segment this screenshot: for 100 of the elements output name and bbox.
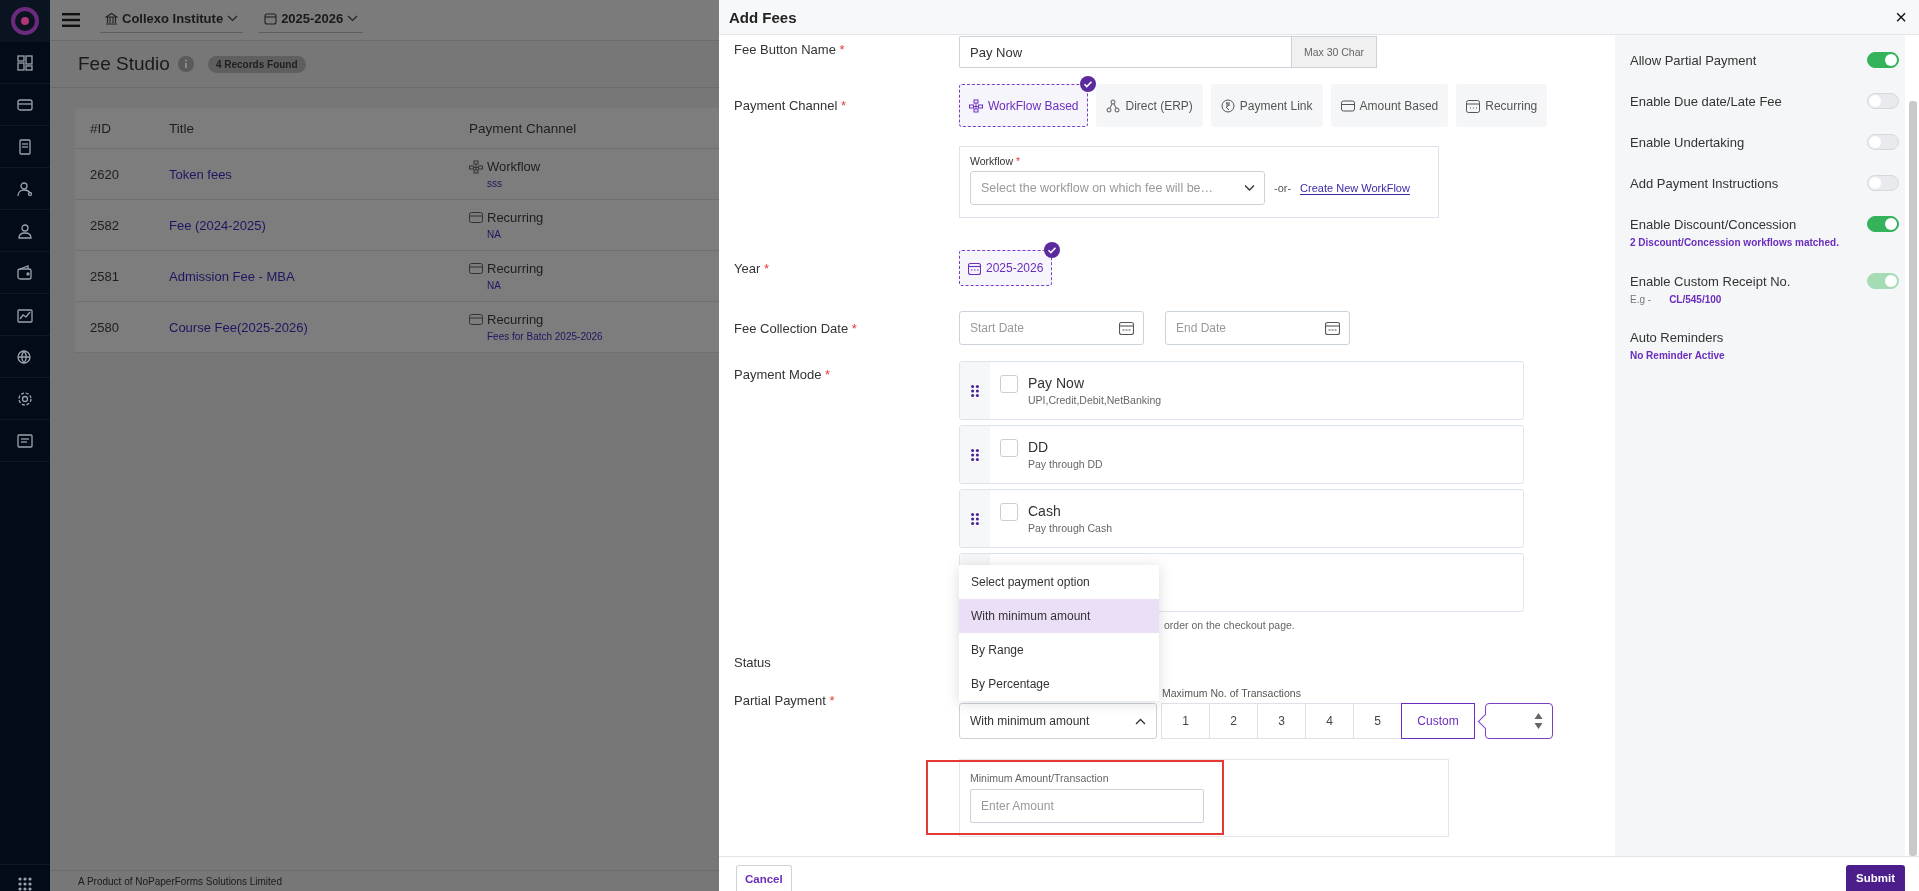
card-icon xyxy=(469,263,483,274)
channel-detail: Fees for Batch 2025-2026 xyxy=(486,331,603,342)
person-icon[interactable] xyxy=(17,222,33,239)
drag-handle-icon[interactable] xyxy=(971,384,979,397)
mode-description: UPI,Credit,Debit,NetBanking xyxy=(1028,394,1162,406)
channel-detail: NA xyxy=(486,280,502,291)
year-option[interactable]: 2025-2026 xyxy=(959,250,1053,286)
check-icon xyxy=(1080,76,1097,92)
channel-label: Recurring xyxy=(487,261,544,276)
field-label: Partial Payment * xyxy=(734,692,836,708)
fee-button-name-field[interactable]: Pay Now xyxy=(959,36,1291,68)
transactions-option[interactable]: 3 xyxy=(1257,703,1306,739)
footer-text: A Product of NoPaperForms Solutions Limited xyxy=(78,875,282,887)
char-limit-addon: Max 30 Char xyxy=(1291,36,1377,68)
fee-title-link[interactable]: Token fees xyxy=(169,166,469,182)
channel-option[interactable]: Payment Link xyxy=(1210,84,1323,127)
wallet-icon[interactable] xyxy=(17,264,33,281)
create-workflow-link[interactable]: Create New WorkFlow xyxy=(1300,181,1410,195)
mode-title: Cash xyxy=(1028,503,1062,519)
gear-icon[interactable] xyxy=(17,390,33,407)
bank-icon xyxy=(105,12,118,25)
date-field[interactable]: End Date xyxy=(1165,311,1350,345)
rupee-icon xyxy=(1220,98,1235,113)
chevron-down-icon xyxy=(1244,184,1255,192)
transactions-option[interactable]: 5 xyxy=(1353,703,1402,739)
setting-label: Enable Custom Receipt No. xyxy=(1630,273,1791,289)
document-icon[interactable] xyxy=(17,138,33,155)
column-header: Payment Channel xyxy=(469,120,577,136)
institute-dropdown[interactable]: Collexo Institute xyxy=(100,7,244,33)
close-button[interactable]: × xyxy=(1891,7,1911,27)
date-field[interactable]: Start Date xyxy=(959,311,1144,345)
hint-text: order on the checkout page. xyxy=(1163,619,1296,631)
channel-detail: sss xyxy=(486,178,503,189)
toggle-switch[interactable] xyxy=(1867,216,1899,232)
table-cell-text: 2580 xyxy=(89,319,120,335)
year-dropdown[interactable]: 2025-2026 xyxy=(259,7,364,33)
checkbox[interactable] xyxy=(1000,439,1018,457)
channel-label: Recurring xyxy=(487,210,544,225)
checkbox[interactable] xyxy=(1000,503,1018,521)
channel-option[interactable]: Amount Based xyxy=(1330,84,1449,127)
channel-option[interactable]: Direct (ERP) xyxy=(1096,84,1203,127)
workflow-select[interactable]: Select the workflow on which fee will be… xyxy=(970,171,1265,205)
calendar-icon xyxy=(264,12,278,25)
setting-label: Enable Undertaking xyxy=(1630,134,1745,150)
transactions-option[interactable]: 2 xyxy=(1209,703,1258,739)
chart-icon[interactable] xyxy=(17,306,33,323)
transactions-option[interactable]: 4 xyxy=(1305,703,1354,739)
field-label: Fee Button Name * xyxy=(734,41,846,57)
menu-option[interactable]: By Range xyxy=(959,633,1159,667)
menu-option[interactable]: Select payment option xyxy=(959,565,1159,599)
grid-icon[interactable] xyxy=(17,54,33,71)
setting-label: Auto Reminders xyxy=(1630,330,1724,345)
submit-button[interactable]: Submit xyxy=(1846,865,1905,891)
calendar-icon xyxy=(968,261,981,275)
drag-handle-icon[interactable] xyxy=(971,448,979,461)
workflow-icon xyxy=(469,159,483,174)
field-label: Workflow * xyxy=(970,155,1021,167)
channel-option[interactable]: WorkFlow Based xyxy=(959,84,1089,127)
chevron-down-icon xyxy=(347,15,359,22)
field-label: Year * xyxy=(734,260,770,276)
mode-title: Pay Now xyxy=(1028,375,1086,391)
spinner-arrows-icon[interactable] xyxy=(1534,712,1543,730)
column-header: #ID xyxy=(89,120,112,136)
scrollbar-thumb[interactable] xyxy=(1909,101,1917,856)
fee-title-link[interactable]: Fee (2024-2025) xyxy=(169,217,469,233)
calendar-icon xyxy=(1466,98,1481,113)
menu-icon[interactable] xyxy=(62,13,80,27)
setting-label: Enable Due date/Late Fee xyxy=(1630,93,1782,109)
globe-icon[interactable] xyxy=(17,348,33,365)
mode-description: Pay through Cash xyxy=(1028,522,1113,534)
apps-icon[interactable] xyxy=(18,877,32,891)
column-header: Title xyxy=(169,120,195,136)
workflow-icon xyxy=(969,98,983,113)
card-icon xyxy=(1340,98,1355,113)
list-icon[interactable] xyxy=(17,432,33,449)
fee-title-link[interactable]: Admission Fee - MBA xyxy=(169,268,469,284)
drag-handle-icon[interactable] xyxy=(971,512,979,525)
checkbox[interactable] xyxy=(1000,375,1018,393)
menu-option[interactable]: With minimum amount xyxy=(959,599,1159,633)
page-title: Fee Studio xyxy=(78,53,170,75)
example-label: E.g - xyxy=(1630,294,1652,305)
field-label: Fee Collection Date * xyxy=(734,320,858,336)
dialog-title: Add Fees xyxy=(729,8,797,26)
user-icon[interactable] xyxy=(17,180,33,197)
setting-note: No Reminder Active xyxy=(1630,350,1726,361)
menu-option[interactable]: By Percentage xyxy=(959,667,1159,701)
field-label: Payment Channel * xyxy=(734,98,847,113)
mode-description: Pay through DD xyxy=(1028,458,1103,470)
cancel-button[interactable]: Cancel xyxy=(736,865,792,891)
card-icon xyxy=(469,314,483,325)
amount-field[interactable]: Enter Amount xyxy=(970,789,1204,823)
card-icon[interactable] xyxy=(17,96,33,113)
transactions-option[interactable]: Custom xyxy=(1401,703,1475,739)
partial-payment-select[interactable]: With minimum amount xyxy=(959,703,1157,739)
transactions-option[interactable]: 1 xyxy=(1161,703,1210,739)
toggle-switch[interactable] xyxy=(1867,52,1899,68)
fee-title-link[interactable]: Course Fee(2025-2026) xyxy=(169,319,469,335)
setting-label: Enable Discount/Concession xyxy=(1630,216,1797,232)
channel-option[interactable]: Recurring xyxy=(1456,84,1548,127)
setting-label: Allow Partial Payment xyxy=(1630,52,1757,68)
